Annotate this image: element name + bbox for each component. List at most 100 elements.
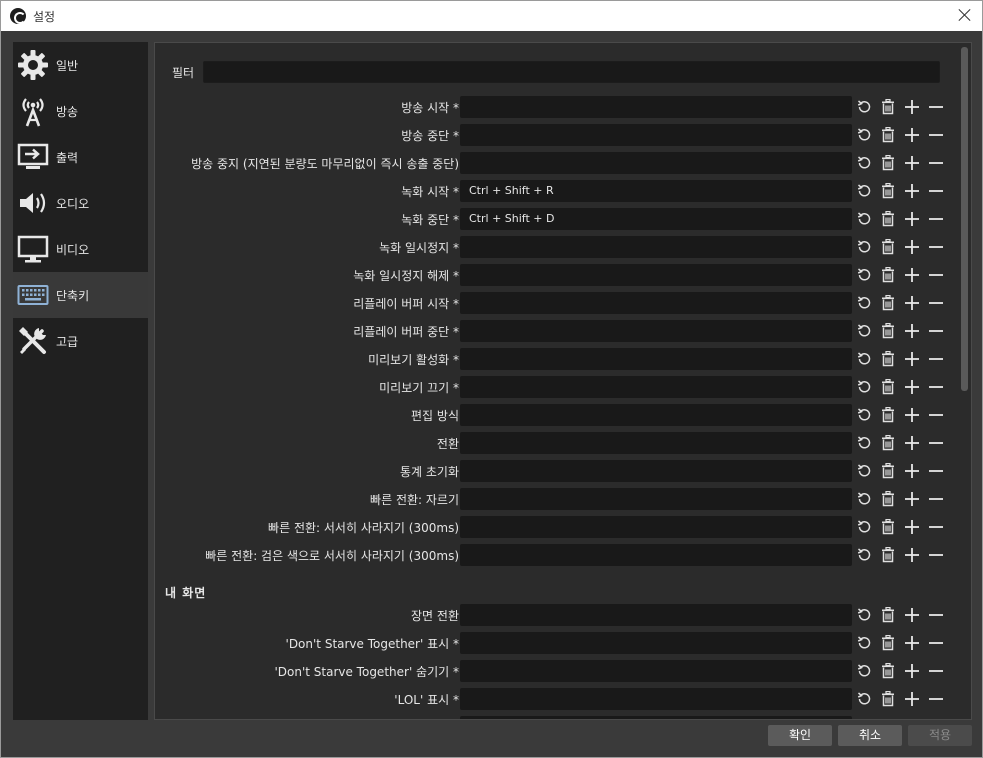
minus-icon[interactable] [927, 322, 945, 340]
apply-button[interactable]: 적용 [908, 725, 972, 746]
minus-icon[interactable] [927, 690, 945, 708]
minus-icon[interactable] [927, 634, 945, 652]
revert-icon[interactable] [855, 210, 873, 228]
trash-icon[interactable] [879, 210, 897, 228]
minus-icon[interactable] [927, 266, 945, 284]
minus-icon[interactable] [927, 406, 945, 424]
trash-icon[interactable] [879, 98, 897, 116]
plus-icon[interactable] [903, 662, 921, 680]
minus-icon[interactable] [927, 518, 945, 536]
hotkey-input[interactable] [460, 716, 852, 719]
plus-icon[interactable] [903, 546, 921, 564]
revert-icon[interactable] [855, 378, 873, 396]
sidebar-item-general[interactable]: 일반 [13, 42, 148, 88]
hotkey-input[interactable] [460, 604, 852, 626]
trash-icon[interactable] [879, 434, 897, 452]
plus-icon[interactable] [903, 182, 921, 200]
hotkey-input[interactable] [460, 264, 852, 286]
hotkey-input[interactable] [460, 236, 852, 258]
revert-icon[interactable] [855, 634, 873, 652]
close-icon[interactable] [956, 6, 974, 24]
trash-icon[interactable] [879, 518, 897, 536]
revert-icon[interactable] [855, 518, 873, 536]
minus-icon[interactable] [927, 238, 945, 256]
minus-icon[interactable] [927, 718, 945, 719]
hotkey-input[interactable] [460, 516, 852, 538]
minus-icon[interactable] [927, 126, 945, 144]
trash-icon[interactable] [879, 634, 897, 652]
plus-icon[interactable] [903, 154, 921, 172]
revert-icon[interactable] [855, 182, 873, 200]
revert-icon[interactable] [855, 238, 873, 256]
revert-icon[interactable] [855, 434, 873, 452]
hotkey-input[interactable] [460, 632, 852, 654]
revert-icon[interactable] [855, 690, 873, 708]
hotkey-input[interactable]: Ctrl + Shift + R [460, 180, 852, 202]
sidebar-item-video[interactable]: 비디오 [13, 226, 148, 272]
revert-icon[interactable] [855, 98, 873, 116]
minus-icon[interactable] [927, 606, 945, 624]
trash-icon[interactable] [879, 378, 897, 396]
minus-icon[interactable] [927, 182, 945, 200]
plus-icon[interactable] [903, 462, 921, 480]
hotkey-input[interactable] [460, 544, 852, 566]
plus-icon[interactable] [903, 266, 921, 284]
trash-icon[interactable] [879, 546, 897, 564]
trash-icon[interactable] [879, 350, 897, 368]
trash-icon[interactable] [879, 490, 897, 508]
hotkey-input[interactable] [460, 404, 852, 426]
plus-icon[interactable] [903, 294, 921, 312]
revert-icon[interactable] [855, 294, 873, 312]
minus-icon[interactable] [927, 662, 945, 680]
hotkey-input[interactable] [460, 488, 852, 510]
minus-icon[interactable] [927, 294, 945, 312]
revert-icon[interactable] [855, 406, 873, 424]
sidebar-item-hotkeys[interactable]: 단축키 [13, 272, 148, 318]
revert-icon[interactable] [855, 718, 873, 719]
trash-icon[interactable] [879, 462, 897, 480]
revert-icon[interactable] [855, 662, 873, 680]
scrollbar[interactable] [957, 43, 971, 719]
hotkey-input[interactable] [460, 432, 852, 454]
minus-icon[interactable] [927, 98, 945, 116]
minus-icon[interactable] [927, 490, 945, 508]
trash-icon[interactable] [879, 662, 897, 680]
trash-icon[interactable] [879, 154, 897, 172]
hotkey-input[interactable] [460, 320, 852, 342]
trash-icon[interactable] [879, 690, 897, 708]
trash-icon[interactable] [879, 718, 897, 719]
sidebar-item-advanced[interactable]: 고급 [13, 318, 148, 364]
trash-icon[interactable] [879, 238, 897, 256]
plus-icon[interactable] [903, 238, 921, 256]
plus-icon[interactable] [903, 378, 921, 396]
hotkey-input[interactable] [460, 124, 852, 146]
sidebar-item-output[interactable]: 출력 [13, 134, 148, 180]
hotkey-input[interactable]: Ctrl + Shift + D [460, 208, 852, 230]
revert-icon[interactable] [855, 154, 873, 172]
hotkey-input[interactable] [460, 96, 852, 118]
minus-icon[interactable] [927, 378, 945, 396]
sidebar-item-stream[interactable]: 방송 [13, 88, 148, 134]
revert-icon[interactable] [855, 606, 873, 624]
plus-icon[interactable] [903, 490, 921, 508]
revert-icon[interactable] [855, 490, 873, 508]
minus-icon[interactable] [927, 434, 945, 452]
hotkey-input[interactable] [460, 292, 852, 314]
minus-icon[interactable] [927, 154, 945, 172]
trash-icon[interactable] [879, 182, 897, 200]
plus-icon[interactable] [903, 434, 921, 452]
plus-icon[interactable] [903, 718, 921, 719]
plus-icon[interactable] [903, 406, 921, 424]
revert-icon[interactable] [855, 462, 873, 480]
minus-icon[interactable] [927, 210, 945, 228]
trash-icon[interactable] [879, 294, 897, 312]
cancel-button[interactable]: 취소 [838, 725, 902, 746]
hotkey-input[interactable] [460, 376, 852, 398]
filter-input[interactable] [203, 61, 940, 83]
plus-icon[interactable] [903, 322, 921, 340]
plus-icon[interactable] [903, 126, 921, 144]
minus-icon[interactable] [927, 462, 945, 480]
ok-button[interactable]: 확인 [768, 725, 832, 746]
plus-icon[interactable] [903, 634, 921, 652]
revert-icon[interactable] [855, 322, 873, 340]
